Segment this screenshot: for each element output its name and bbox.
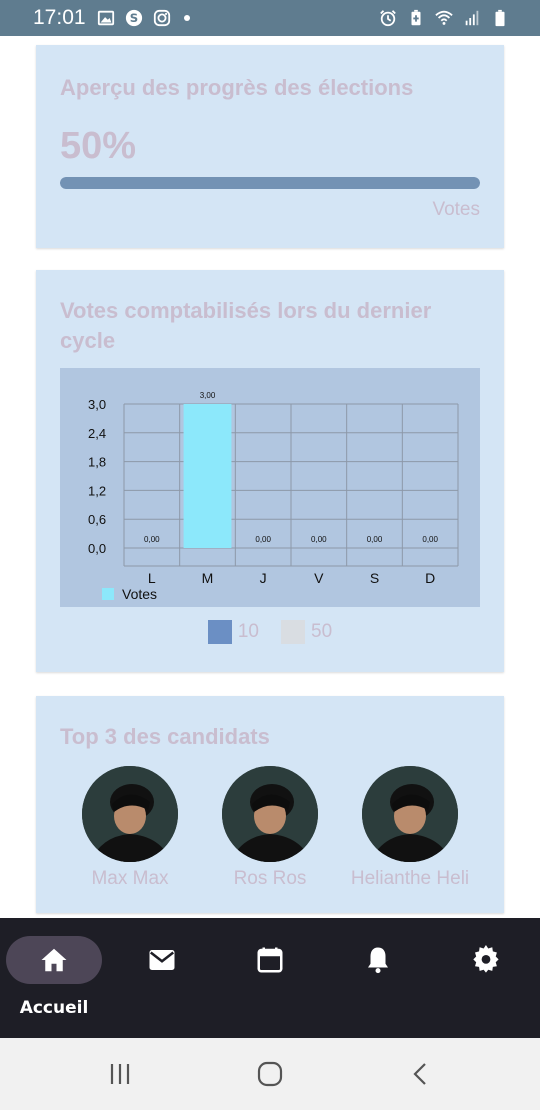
- candidate-name: Ros Ros: [233, 868, 307, 889]
- bar: [183, 404, 232, 548]
- legend-label-50: 50: [311, 621, 333, 642]
- mail-icon: [149, 950, 175, 970]
- bar-value-label: 3,00: [200, 391, 216, 400]
- bar-value-label: 0,00: [367, 535, 383, 544]
- x-tick-label: V: [314, 570, 324, 586]
- bar-chart: 0,0 0,6 1,2 1,8 2,4 3,0 0,00 L 3,00 M 0,00 J 0,00 V 0,…: [60, 368, 480, 607]
- progress-bar: [60, 177, 480, 189]
- avatar: [362, 766, 458, 862]
- svg-text:S: S: [130, 11, 138, 25]
- bar-value-label: 0,00: [255, 535, 271, 544]
- progress-percent: 50%: [60, 125, 137, 167]
- wifi-icon: [434, 8, 454, 28]
- legend-swatch-50: [281, 620, 305, 644]
- avatar: [222, 766, 318, 862]
- candidate-item[interactable]: Helianthe Heli: [340, 766, 480, 890]
- y-tick-label: 1,8: [88, 455, 106, 470]
- battery-icon: [490, 8, 510, 28]
- legend-item-50: 50: [281, 620, 332, 644]
- bar-value-label: 0,00: [311, 535, 327, 544]
- s-circle-icon: S: [124, 8, 144, 28]
- candidate-item[interactable]: Ros Ros: [200, 766, 340, 890]
- status-right-icons: [378, 8, 510, 28]
- legend-label-10: 10: [237, 621, 259, 642]
- progress-card-title: Aperçu des progrès des élections: [60, 75, 414, 100]
- back-chevron-icon: [413, 1063, 426, 1085]
- x-tick-label: D: [425, 570, 435, 586]
- alarm-icon: [378, 8, 398, 28]
- candidate-name: Helianthe Heli: [350, 868, 470, 889]
- status-left-icons: S: [96, 8, 190, 28]
- bar-chart-svg: 0,0 0,6 1,2 1,8 2,4 3,0 0,00 L 3,00 M 0,00 J 0,00 V 0,…: [88, 391, 459, 602]
- y-tick-label: 1,2: [88, 483, 106, 498]
- nav-notifications[interactable]: [330, 936, 426, 984]
- y-tick-label: 0,6: [88, 512, 106, 527]
- home-circle-icon: [257, 1061, 283, 1087]
- legend-item-10: 10: [207, 620, 259, 644]
- votes-chart-card: Votes comptabilisés lors du dernier cycl…: [36, 270, 504, 672]
- nav-messages[interactable]: [114, 936, 210, 984]
- x-tick-label: L: [148, 570, 156, 586]
- candidates-card-title: Top 3 des candidats: [60, 724, 270, 749]
- avatar: [82, 766, 178, 862]
- bell-icon: [368, 947, 388, 974]
- image-icon: [96, 8, 116, 28]
- y-tick-label: 0,0: [88, 541, 106, 556]
- recent-apps-icon: [110, 1064, 130, 1084]
- instagram-icon: [152, 8, 172, 28]
- y-tick-label: 3,0: [88, 397, 106, 412]
- calendar-icon: [257, 947, 283, 973]
- x-tick-label: M: [202, 570, 214, 586]
- top-candidates-card: Top 3 des candidats Max Max Ros Ros Heli…: [36, 696, 504, 913]
- status-time: 17:01: [33, 6, 86, 29]
- series-legend-label: Votes: [122, 586, 157, 602]
- chart-legend: 10 50: [36, 620, 504, 644]
- chart-card-title: Votes comptabilisés lors du dernier cycl…: [60, 298, 432, 353]
- nav-home[interactable]: [6, 936, 102, 984]
- election-progress-card: Aperçu des progrès des élections 50% Vot…: [36, 45, 504, 248]
- recent-apps-button[interactable]: [100, 1056, 140, 1092]
- system-navigation-bar: [0, 1038, 540, 1110]
- x-tick-label: S: [370, 570, 379, 586]
- battery-saver-icon: [406, 8, 426, 28]
- dot-icon: [184, 15, 190, 21]
- bar-value-label: 0,00: [144, 535, 160, 544]
- status-bar: 17:01 S: [0, 0, 540, 36]
- bottom-navigation: Accueil: [0, 918, 540, 1038]
- x-tick-label: J: [260, 570, 267, 586]
- series-legend-swatch: [102, 588, 114, 600]
- nav-calendar[interactable]: [222, 936, 318, 984]
- candidate-item[interactable]: Max Max: [60, 766, 200, 890]
- progress-bar-fill: [60, 177, 480, 189]
- back-button[interactable]: [400, 1056, 440, 1092]
- signal-icon: [462, 8, 482, 28]
- nav-home-label: Accueil: [19, 998, 89, 1018]
- home-icon: [41, 948, 67, 972]
- bar-value-label: 0,00: [422, 535, 438, 544]
- nav-settings[interactable]: [438, 936, 534, 984]
- gear-icon: [473, 945, 499, 973]
- home-button[interactable]: [250, 1056, 290, 1092]
- legend-swatch-10: [207, 620, 232, 644]
- progress-caption: Votes: [432, 199, 480, 220]
- y-tick-label: 2,4: [88, 426, 106, 441]
- candidate-name: Max Max: [91, 868, 169, 889]
